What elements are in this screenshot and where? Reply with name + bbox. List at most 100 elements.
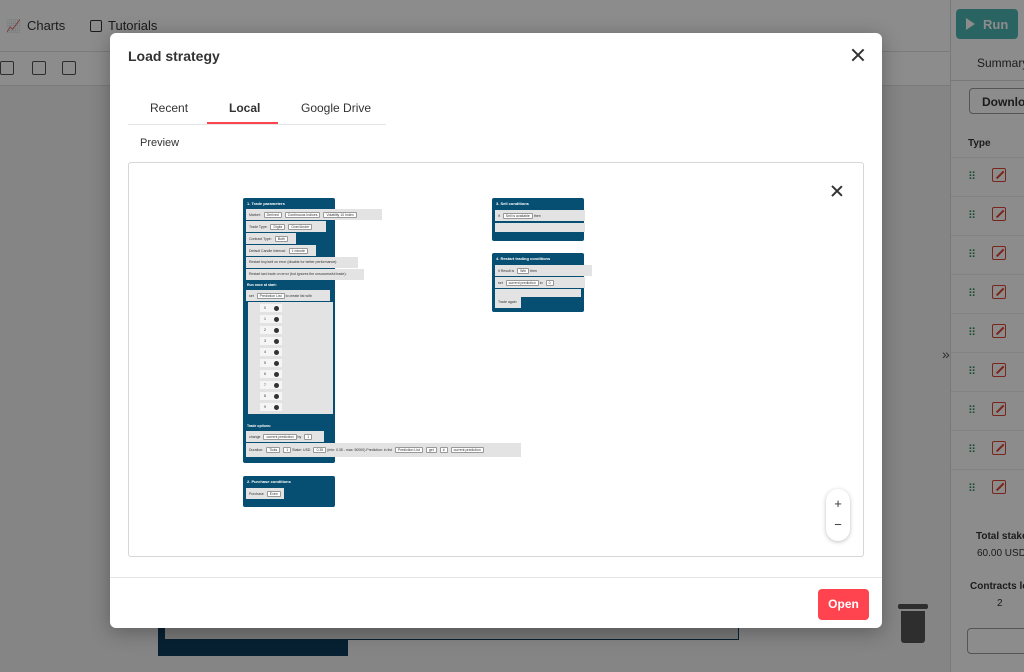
market-select: Derived bbox=[263, 212, 282, 218]
contract-type-label: Contract Type: bbox=[249, 237, 272, 241]
run-once-title: Run once at start: bbox=[247, 283, 277, 287]
trade-category-select: Digits bbox=[270, 224, 286, 230]
candle-interval-row: Default Candle Interval: 1 minute bbox=[246, 245, 316, 256]
sell-conditions-block: 3. Sell conditions if Sell is available … bbox=[492, 198, 585, 241]
submarket-select: Continuous Indices bbox=[284, 212, 321, 218]
market-row: Market: Derived Continuous Indices Volat… bbox=[246, 209, 382, 220]
purchase-select: Even bbox=[266, 491, 281, 497]
close-icon[interactable] bbox=[850, 47, 866, 63]
restart-spacer-row bbox=[495, 289, 581, 297]
block-title: 2. Purchase conditions bbox=[247, 479, 291, 484]
candle-interval-label: Default Candle Interval: bbox=[249, 249, 286, 253]
restart-conditions-block: 4. Restart trading conditions if Result … bbox=[492, 253, 592, 312]
list-number: 1 bbox=[264, 317, 266, 321]
symbol-select: Volatility 10 Index bbox=[323, 212, 357, 218]
if-label: if bbox=[498, 214, 500, 218]
block-title: 3. Sell conditions bbox=[496, 201, 529, 206]
restart-if-row: if Result is Win then bbox=[495, 265, 592, 276]
contract-type-select: Both bbox=[274, 236, 288, 242]
change-row: change current prediction by 1 bbox=[246, 431, 324, 442]
set-prediction-row: set current prediction to 0 bbox=[495, 277, 585, 288]
prediction-list-variable: Prediction List bbox=[394, 447, 423, 453]
list-item: 3 bbox=[260, 337, 282, 345]
index-select: # bbox=[439, 447, 448, 453]
stake-range: (min: 0.35 - max: 50000) bbox=[327, 448, 366, 452]
trade-again-row: Trade again bbox=[495, 297, 521, 308]
set-list-row: set Prediction List to create list with bbox=[246, 290, 330, 301]
modal-title: Load strategy bbox=[128, 48, 220, 64]
sell-then-row bbox=[495, 223, 585, 232]
list-number: 9 bbox=[264, 405, 266, 409]
active-tab-indicator bbox=[207, 122, 278, 124]
list-number: 3 bbox=[264, 339, 266, 343]
candle-interval-select: 1 minute bbox=[288, 248, 308, 254]
trade-options-title: Trade options: bbox=[247, 424, 272, 428]
list-number: 6 bbox=[264, 372, 266, 376]
source-tabs: Recent Local Google Drive bbox=[128, 93, 386, 125]
list-item: 5 bbox=[260, 359, 282, 367]
if-label: if bbox=[498, 269, 500, 273]
purchase-row: Purchase Even bbox=[246, 488, 284, 499]
duration-row: Duration: Ticks 1 Stake: USD 0.35 (min: … bbox=[246, 443, 521, 457]
create-list-label: to create list with bbox=[285, 294, 312, 298]
block-title: 1. Trade parameters bbox=[247, 201, 285, 206]
duration-unit-select: Ticks bbox=[266, 447, 281, 453]
tab-recent[interactable]: Recent bbox=[150, 101, 188, 115]
stake-label: Stake: USD bbox=[292, 448, 311, 452]
trade-type-label: Trade Type: bbox=[249, 225, 268, 229]
by-value: 1 bbox=[304, 434, 313, 440]
number-list: 0 1 2 3 4 5 6 7 8 9 bbox=[248, 302, 333, 414]
to-value: 0 bbox=[545, 280, 554, 286]
tab-google-drive[interactable]: Google Drive bbox=[301, 101, 371, 115]
list-item: 8 bbox=[260, 392, 282, 400]
list-item: 2 bbox=[260, 326, 282, 334]
duration-value: 1 bbox=[283, 447, 292, 453]
open-button[interactable]: Open bbox=[818, 589, 869, 620]
list-number: 5 bbox=[264, 361, 266, 365]
list-item: 0 bbox=[260, 304, 282, 312]
trade-parameters-block: 1. Trade parameters Market: Derived Cont… bbox=[243, 198, 521, 463]
restart-buy-sell-row: Restart buy/sell on error (disable for b… bbox=[246, 257, 358, 268]
list-number: 4 bbox=[264, 350, 266, 354]
current-prediction-variable: current prediction bbox=[450, 447, 484, 453]
list-number: 2 bbox=[264, 328, 266, 332]
block-title: 4. Restart trading conditions bbox=[496, 256, 551, 261]
get-select: get bbox=[425, 447, 437, 453]
zoom-out-button[interactable]: − bbox=[826, 515, 850, 535]
close-preview-icon[interactable] bbox=[831, 185, 843, 197]
zoom-controls: + − bbox=[826, 489, 850, 541]
purchase-label: Purchase bbox=[249, 492, 264, 496]
list-item: 7 bbox=[260, 381, 282, 389]
then-label: then bbox=[530, 269, 537, 273]
prediction-variable: current prediction bbox=[505, 280, 539, 286]
strategy-preview: 1. Trade parameters Market: Derived Cont… bbox=[128, 162, 864, 557]
purchase-conditions-block: 2. Purchase conditions Purchase Even bbox=[243, 476, 335, 507]
list-variable: Prediction List bbox=[256, 293, 285, 299]
duration-label: Duration: bbox=[249, 448, 264, 452]
change-label: change bbox=[249, 435, 261, 439]
result-select: Win bbox=[517, 268, 530, 274]
sell-available-condition: Sell is available bbox=[502, 213, 533, 219]
footer-divider bbox=[110, 577, 882, 578]
list-number: 0 bbox=[264, 306, 266, 310]
change-variable: current prediction bbox=[263, 434, 297, 440]
list-item: 6 bbox=[260, 370, 282, 378]
in-list-label: in list bbox=[383, 448, 392, 452]
by-label: by bbox=[297, 435, 302, 439]
list-number: 7 bbox=[264, 383, 266, 387]
then-label: then bbox=[533, 214, 541, 218]
list-item: 1 bbox=[260, 315, 282, 323]
contract-type-row: Contract Type: Both bbox=[246, 233, 296, 244]
tab-local[interactable]: Local bbox=[229, 101, 260, 115]
prediction-label: Prediction: bbox=[366, 448, 383, 452]
set-label: set bbox=[249, 294, 254, 298]
list-item: 4 bbox=[260, 348, 282, 356]
load-strategy-modal: Load strategy Recent Local Google Drive … bbox=[110, 33, 882, 628]
list-item: 9 bbox=[260, 403, 282, 411]
to-label: to bbox=[539, 281, 543, 285]
list-number: 8 bbox=[264, 394, 266, 398]
stake-value: 0.35 bbox=[313, 447, 327, 453]
zoom-in-button[interactable]: + bbox=[826, 494, 850, 514]
set-label: set bbox=[498, 281, 503, 285]
trade-type-select: Over/Under bbox=[288, 224, 313, 230]
